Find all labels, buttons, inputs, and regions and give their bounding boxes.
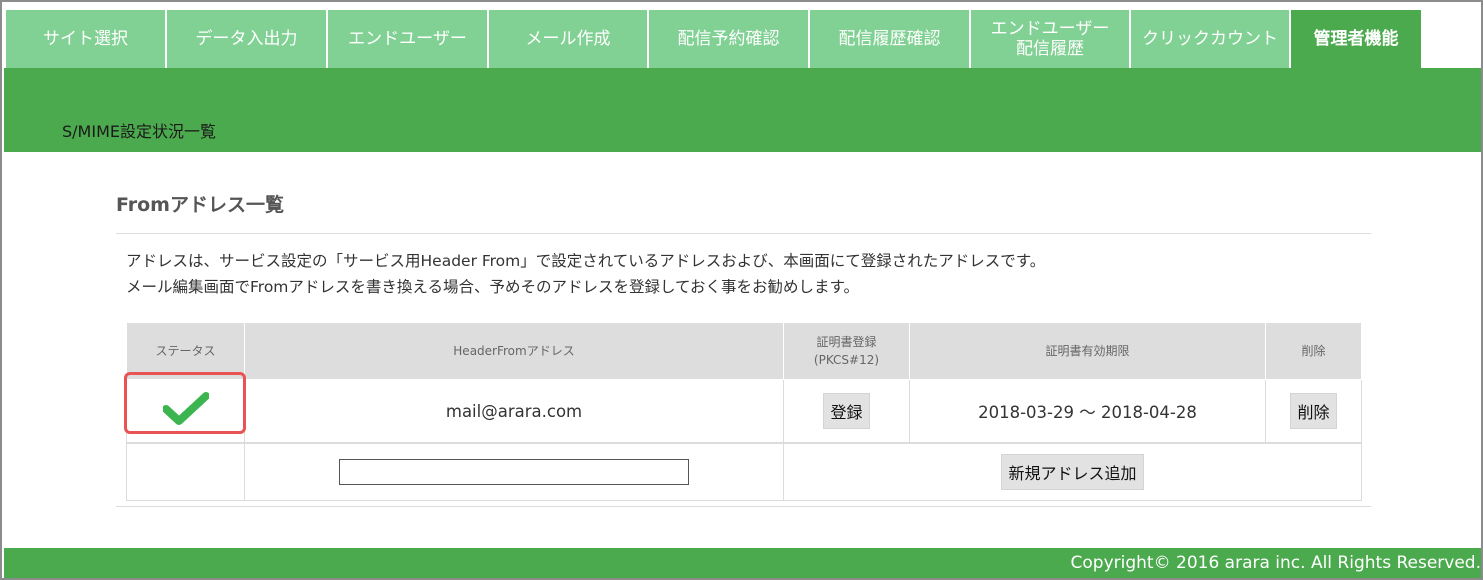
validity-cell: 2018-03-29 ～ 2018-04-28 (909, 379, 1266, 444)
delete-button[interactable]: 削除 (1290, 393, 1337, 429)
tab-end-user[interactable]: エンドユーザー (328, 10, 487, 68)
empty-cell (126, 442, 245, 501)
tab-admin[interactable]: 管理者機能 (1291, 10, 1421, 68)
add-button-cell: 新規アドレス追加 (783, 442, 1362, 501)
description-line: アドレスは、サービス設定の「サービス用Header From」で設定されているア… (126, 252, 1046, 270)
register-button[interactable]: 登録 (823, 393, 870, 429)
divider (116, 506, 1371, 507)
header-cert-register-line2: (PKCS#12) (813, 353, 880, 367)
add-address-button[interactable]: 新規アドレス追加 (1001, 454, 1144, 490)
header-delete: 削除 (1265, 322, 1362, 380)
tab-end-user-history[interactable]: エンドユーザー 配信履歴 (971, 10, 1129, 68)
divider (116, 233, 1371, 234)
tab-data-io[interactable]: データ入出力 (167, 10, 326, 68)
header-cert-register: 証明書登録 (PKCS#12) (783, 322, 910, 380)
app-frame: サイト選択 データ入出力 エンドユーザー メール作成 配信予約確認 配信履歴確認… (0, 0, 1483, 580)
tab-site-select[interactable]: サイト選択 (6, 10, 165, 68)
new-address-cell (244, 442, 784, 501)
section-title: Fromアドレス一覧 (116, 194, 284, 216)
status-highlight (124, 372, 246, 434)
header-band (4, 68, 1481, 152)
address-cell: mail@arara.com (244, 379, 784, 444)
header-cert-register-line1: 証明書登録 (816, 335, 877, 349)
copyright: Copyright© 2016 arara inc. All Rights Re… (1070, 553, 1481, 573)
new-address-row: 新規アドレス追加 (126, 442, 1362, 501)
main-nav: サイト選択 データ入出力 エンドユーザー メール作成 配信予約確認 配信履歴確認… (6, 10, 1481, 68)
tab-click-count[interactable]: クリックカウント (1131, 10, 1289, 68)
header-status: ステータス (126, 322, 245, 380)
footer: Copyright© 2016 arara inc. All Rights Re… (4, 548, 1481, 578)
header-validity: 証明書有効期限 (909, 322, 1266, 380)
tab-schedule-confirm[interactable]: 配信予約確認 (649, 10, 808, 68)
from-address-table: ステータス HeaderFromアドレス 証明書登録 (PKCS#12) 証明書… (126, 322, 1362, 501)
register-cell: 登録 (783, 379, 910, 444)
new-address-input[interactable] (339, 459, 689, 485)
header-address: HeaderFromアドレス (244, 322, 784, 380)
tab-delivery-history[interactable]: 配信履歴確認 (810, 10, 969, 68)
page-subtitle: S/MIME設定状況一覧 (62, 122, 216, 141)
table-header-row: ステータス HeaderFromアドレス 証明書登録 (PKCS#12) 証明書… (126, 322, 1362, 380)
description: アドレスは、サービス設定の「サービス用Header From」で設定されているア… (126, 248, 1045, 300)
delete-cell: 削除 (1265, 379, 1362, 444)
table-row: mail@arara.com 登録 2018-03-29 ～ 2018-04-2… (126, 379, 1362, 444)
tab-mail-create[interactable]: メール作成 (489, 10, 647, 68)
description-line: メール編集画面でFromアドレスを書き換える場合、予めそのアドレスを登録しておく… (126, 278, 859, 296)
